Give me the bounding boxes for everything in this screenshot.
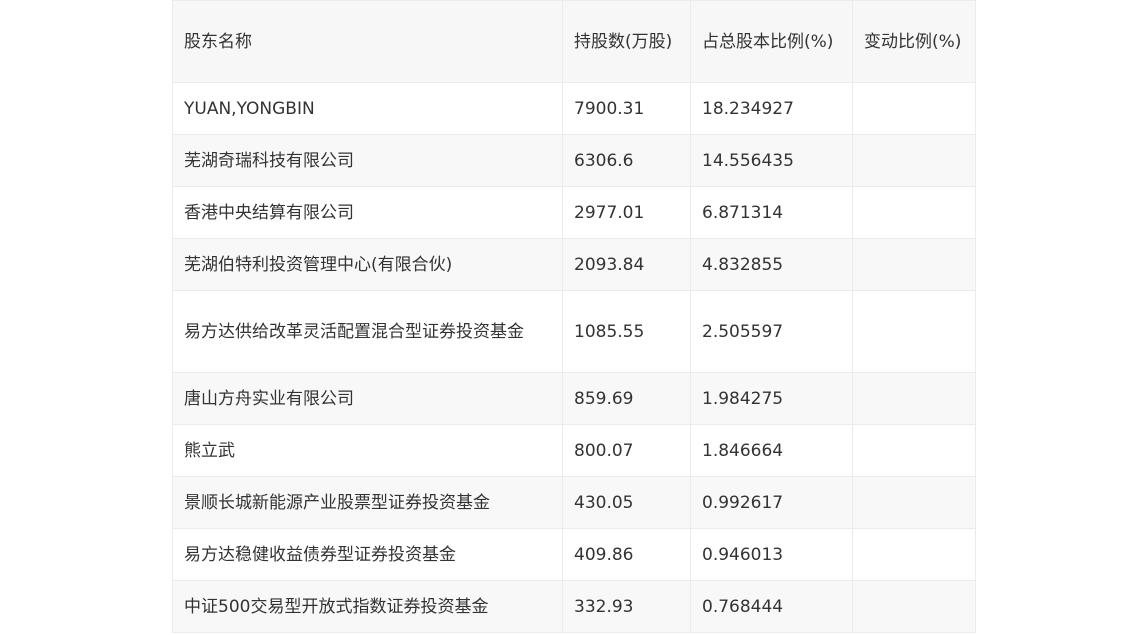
cell-shares: 7900.31	[562, 82, 691, 135]
header-shares: 持股数(万股)	[562, 0, 691, 83]
cell-change	[852, 528, 976, 581]
cell-change	[852, 186, 976, 239]
cell-ratio: 14.556435	[690, 134, 853, 187]
cell-ratio: 4.832855	[690, 238, 853, 291]
cell-name: 熊立武	[172, 424, 563, 477]
cell-name: YUAN,YONGBIN	[172, 82, 563, 135]
header-shareholder-name: 股东名称	[172, 0, 563, 83]
table-header: 股东名称 持股数(万股) 占总股本比例(%) 变动比例(%)	[172, 0, 976, 83]
cell-ratio: 1.984275	[690, 372, 853, 425]
header-row: 股东名称 持股数(万股) 占总股本比例(%) 变动比例(%)	[172, 0, 976, 83]
cell-change	[852, 238, 976, 291]
cell-change	[852, 580, 976, 633]
shareholder-table-container: 股东名称 持股数(万股) 占总股本比例(%) 变动比例(%) YUAN,YONG…	[172, 0, 976, 633]
cell-change	[852, 424, 976, 477]
cell-ratio: 2.505597	[690, 290, 853, 373]
cell-name: 香港中央结算有限公司	[172, 186, 563, 239]
cell-ratio: 1.846664	[690, 424, 853, 477]
header-change: 变动比例(%)	[852, 0, 976, 83]
cell-ratio: 0.992617	[690, 476, 853, 529]
cell-shares: 800.07	[562, 424, 691, 477]
cell-shares: 2093.84	[562, 238, 691, 291]
table-row: 香港中央结算有限公司 2977.01 6.871314	[172, 186, 976, 239]
cell-name: 易方达供给改革灵活配置混合型证券投资基金	[172, 290, 563, 373]
cell-change	[852, 476, 976, 529]
table-row: YUAN,YONGBIN 7900.31 18.234927	[172, 82, 976, 135]
cell-name: 景顺长城新能源产业股票型证券投资基金	[172, 476, 563, 529]
cell-shares: 6306.6	[562, 134, 691, 187]
table-row: 景顺长城新能源产业股票型证券投资基金 430.05 0.992617	[172, 476, 976, 529]
shareholder-table: 股东名称 持股数(万股) 占总股本比例(%) 变动比例(%) YUAN,YONG…	[172, 0, 976, 633]
cell-name: 芜湖奇瑞科技有限公司	[172, 134, 563, 187]
cell-shares: 430.05	[562, 476, 691, 529]
table-row: 芜湖伯特利投资管理中心(有限合伙) 2093.84 4.832855	[172, 238, 976, 291]
table-row: 芜湖奇瑞科技有限公司 6306.6 14.556435	[172, 134, 976, 187]
table-body: YUAN,YONGBIN 7900.31 18.234927 芜湖奇瑞科技有限公…	[172, 82, 976, 633]
cell-ratio: 0.768444	[690, 580, 853, 633]
table-row: 中证500交易型开放式指数证券投资基金 332.93 0.768444	[172, 580, 976, 633]
table-row: 易方达稳健收益债券型证券投资基金 409.86 0.946013	[172, 528, 976, 581]
cell-ratio: 0.946013	[690, 528, 853, 581]
cell-shares: 409.86	[562, 528, 691, 581]
cell-shares: 1085.55	[562, 290, 691, 373]
header-ratio: 占总股本比例(%)	[690, 0, 853, 83]
cell-shares: 2977.01	[562, 186, 691, 239]
cell-shares: 332.93	[562, 580, 691, 633]
table-row: 唐山方舟实业有限公司 859.69 1.984275	[172, 372, 976, 425]
cell-change	[852, 290, 976, 373]
cell-name: 芜湖伯特利投资管理中心(有限合伙)	[172, 238, 563, 291]
cell-change	[852, 134, 976, 187]
cell-name: 中证500交易型开放式指数证券投资基金	[172, 580, 563, 633]
cell-ratio: 6.871314	[690, 186, 853, 239]
cell-name: 唐山方舟实业有限公司	[172, 372, 563, 425]
cell-name: 易方达稳健收益债券型证券投资基金	[172, 528, 563, 581]
cell-change	[852, 82, 976, 135]
cell-shares: 859.69	[562, 372, 691, 425]
table-row: 易方达供给改革灵活配置混合型证券投资基金 1085.55 2.505597	[172, 290, 976, 373]
cell-change	[852, 372, 976, 425]
table-row: 熊立武 800.07 1.846664	[172, 424, 976, 477]
cell-ratio: 18.234927	[690, 82, 853, 135]
